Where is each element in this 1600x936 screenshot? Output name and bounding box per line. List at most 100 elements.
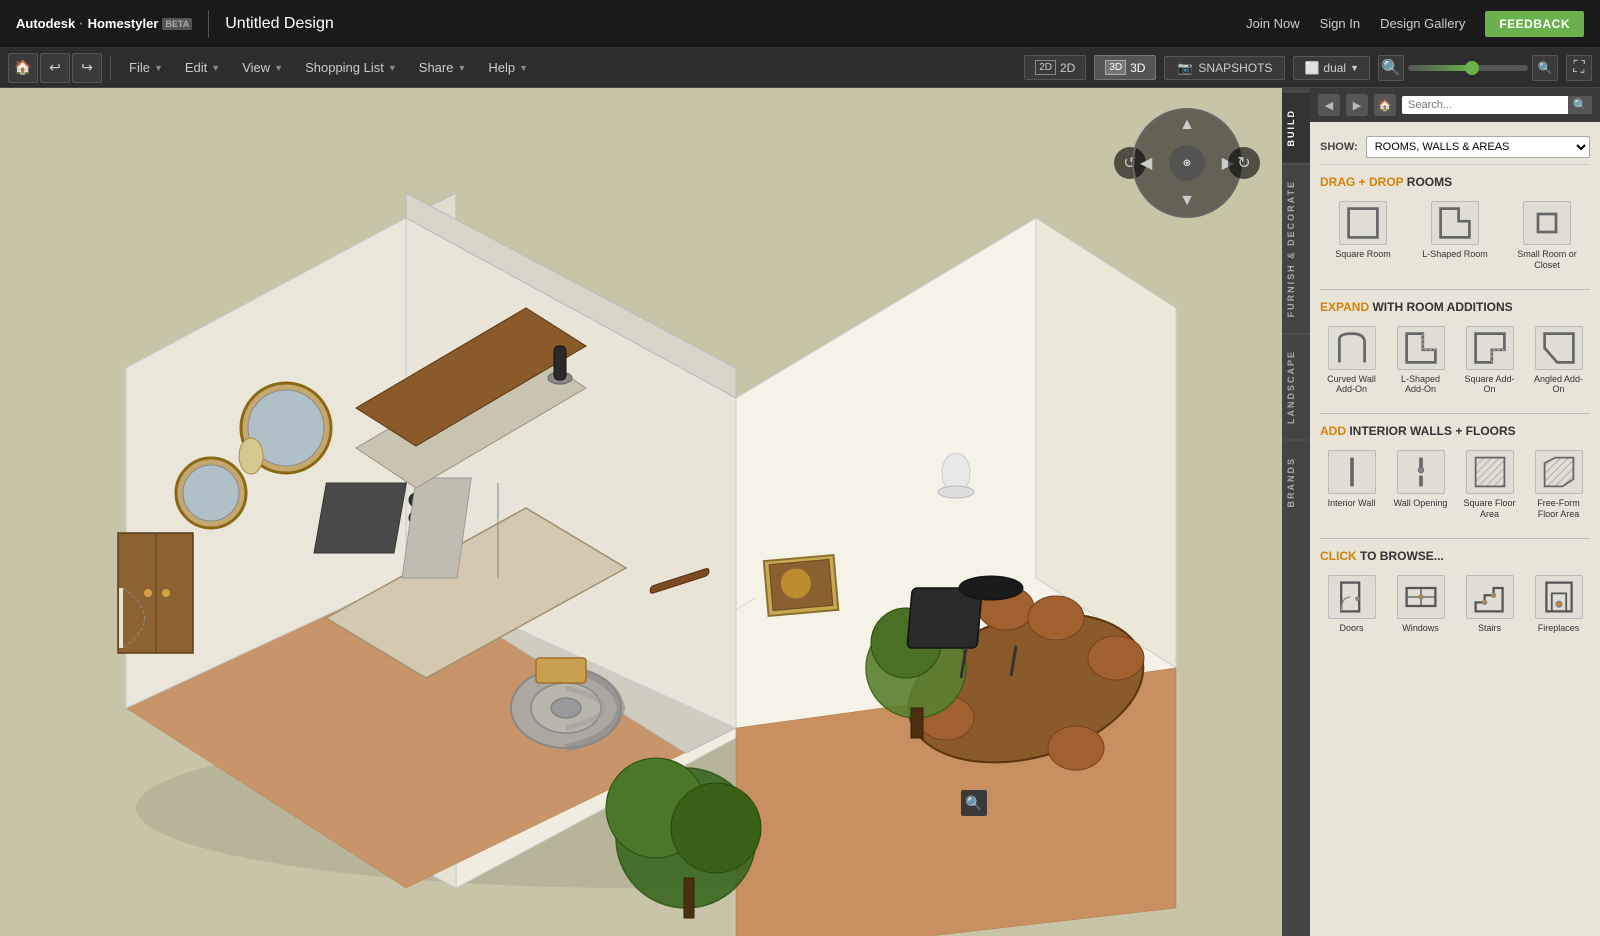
panel-forward-button[interactable]: ▶ [1346,94,1368,116]
panel-search-button[interactable]: 🔍 [1568,96,1592,114]
doors-label: Doors [1339,623,1363,634]
angled-addon-icon-box [1535,326,1583,370]
feedback-button[interactable]: FEEDBACK [1485,11,1584,37]
nav-up-button[interactable]: ▲ [1179,116,1195,134]
show-select[interactable]: ROOMS, WALLS & AREAS ALL WALLS ONLY [1366,136,1590,158]
wall-opening-item[interactable]: Wall Opening [1389,446,1452,524]
fullscreen-button[interactable]: ⛶ [1566,55,1592,81]
angled-addon-icon [1541,330,1577,366]
sign-in-link[interactable]: Sign In [1320,16,1360,31]
join-now-link[interactable]: Join Now [1246,16,1299,31]
tab-landscape[interactable]: LANDSCAPE [1282,333,1310,440]
small-room-icon [1529,205,1565,241]
nav-center[interactable]: ⊕ [1169,145,1205,181]
home-button[interactable]: 🏠 [8,53,38,83]
zoom-slider[interactable] [1408,65,1528,71]
logo-homestyler: Homestyler [88,16,159,31]
nav-down-button[interactable]: ▼ [1179,192,1195,210]
interior-heading: ADD INTERIOR WALLS + FLOORS [1320,424,1590,438]
fireplaces-icon [1541,579,1577,615]
edit-menu[interactable]: Edit ▼ [175,56,230,79]
canvas-area[interactable]: ↺ ▲ ◀ ⊕ ▶ ▼ ↻ 🔍 [0,88,1282,936]
nav-left-button[interactable]: ◀ [1140,153,1152,173]
shopping-arrow: ▼ [388,63,397,73]
dual-icon: ⬜ [1304,61,1319,75]
design-gallery-link[interactable]: Design Gallery [1380,16,1465,31]
panel-back-button[interactable]: ◀ [1318,94,1340,116]
wall-opening-icon-box [1397,450,1445,494]
tab-brands[interactable]: BRANDS [1282,440,1310,524]
divider-3 [1320,538,1590,539]
view-2d-button[interactable]: 2D 2D [1024,55,1086,80]
sq-addon-icon-box [1466,326,1514,370]
rotate-right-button[interactable]: ↻ [1228,147,1260,179]
sq-addon-item[interactable]: Square Add-On [1458,322,1521,400]
nav-ring: ▲ ◀ ⊕ ▶ ▼ [1132,108,1242,218]
navigation-controls: ↺ ▲ ◀ ⊕ ▶ ▼ ↻ [1132,108,1242,218]
stairs-icon-box [1466,575,1514,619]
small-room-item[interactable]: Small Room or Closet [1504,197,1590,275]
l-addon-icon-box [1397,326,1445,370]
curved-wall-item[interactable]: Curved Wall Add-On [1320,322,1383,400]
zoom-out-button[interactable]: 🔍 [1378,55,1404,81]
dual-view-button[interactable]: ⬜ dual ▼ [1293,56,1370,80]
view-menu[interactable]: View ▼ [232,56,293,79]
panel-home-button[interactable]: 🏠 [1374,94,1396,116]
logo: Autodesk · Homestyler BETA [16,16,192,31]
interior-wall-item[interactable]: Interior Wall [1320,446,1383,524]
help-arrow: ▼ [519,63,528,73]
rooms-grid: Square Room L-Shaped Room [1320,197,1590,275]
square-room-icon-box [1339,201,1387,245]
drag-rooms-heading: DRAG + DROP ROOMS [1320,175,1590,189]
panel-search-input[interactable] [1402,96,1568,114]
doors-icon-box [1328,575,1376,619]
l-addon-item[interactable]: L-Shaped Add-On [1389,322,1452,400]
angled-addon-item[interactable]: Angled Add-On [1527,322,1590,400]
file-arrow: ▼ [154,63,163,73]
stairs-browse-item[interactable]: Stairs [1458,571,1521,638]
windows-browse-item[interactable]: Windows [1389,571,1452,638]
sq-floor-item[interactable]: Square Floor Area [1458,446,1521,524]
walls-grid: Interior Wall Wall Opening [1320,446,1590,524]
zoom-controls: 🔍 🔍 [1378,55,1558,81]
curved-wall-icon [1334,330,1370,366]
curved-wall-icon-box [1328,326,1376,370]
tab-furnish[interactable]: FURNISH & DECORATE [1282,163,1310,333]
view-arrow: ▼ [274,63,283,73]
divider-2 [1320,413,1590,414]
divider-1 [1320,289,1590,290]
fireplaces-label: Fireplaces [1538,623,1580,634]
ff-floor-item[interactable]: Free-Form Floor Area [1527,446,1590,524]
view-3d-button[interactable]: 3D 3D [1094,55,1156,80]
panel-search-box: 🔍 [1402,96,1592,114]
menubar: 🏠 ↩ ↪ File ▼ Edit ▼ View ▼ Shopping List… [0,48,1600,88]
additions-grid: Curved Wall Add-On L-Shaped Add-On [1320,322,1590,400]
zoom-in-button[interactable]: 🔍 [1532,55,1558,81]
wall-opening-icon [1403,454,1439,490]
panel-magnify-button[interactable]: 🔍 [961,790,987,816]
dual-arrow: ▼ [1350,63,1359,73]
expand-heading: EXPAND WITH ROOM ADDITIONS [1320,300,1590,314]
browse-heading: CLICK TO BROWSE... [1320,549,1590,563]
file-menu[interactable]: File ▼ [119,56,173,79]
stairs-icon [1472,579,1508,615]
l-room-icon-box [1431,201,1479,245]
tab-build[interactable]: BUILD [1282,92,1310,163]
help-menu[interactable]: Help ▼ [478,56,538,79]
share-menu[interactable]: Share ▼ [409,56,477,79]
undo-button[interactable]: ↩ [40,53,70,83]
square-room-label: Square Room [1335,249,1391,260]
l-room-item[interactable]: L-Shaped Room [1412,197,1498,275]
logo-beta: BETA [162,18,192,30]
redo-button[interactable]: ↪ [72,53,102,83]
small-room-icon-box [1523,201,1571,245]
shopping-list-menu[interactable]: Shopping List ▼ [295,56,407,79]
snapshots-button[interactable]: 📷 SNAPSHOTS [1164,56,1285,80]
windows-label: Windows [1402,623,1439,634]
square-room-item[interactable]: Square Room [1320,197,1406,275]
fireplaces-browse-item[interactable]: Fireplaces [1527,571,1590,638]
panel-main-content: ◀ ▶ 🏠 🔍 SHOW: ROOMS, WALLS & AREAS ALL W… [1310,88,1600,936]
doors-browse-item[interactable]: Doors [1320,571,1383,638]
interior-wall-icon-box [1328,450,1376,494]
windows-icon-box [1397,575,1445,619]
